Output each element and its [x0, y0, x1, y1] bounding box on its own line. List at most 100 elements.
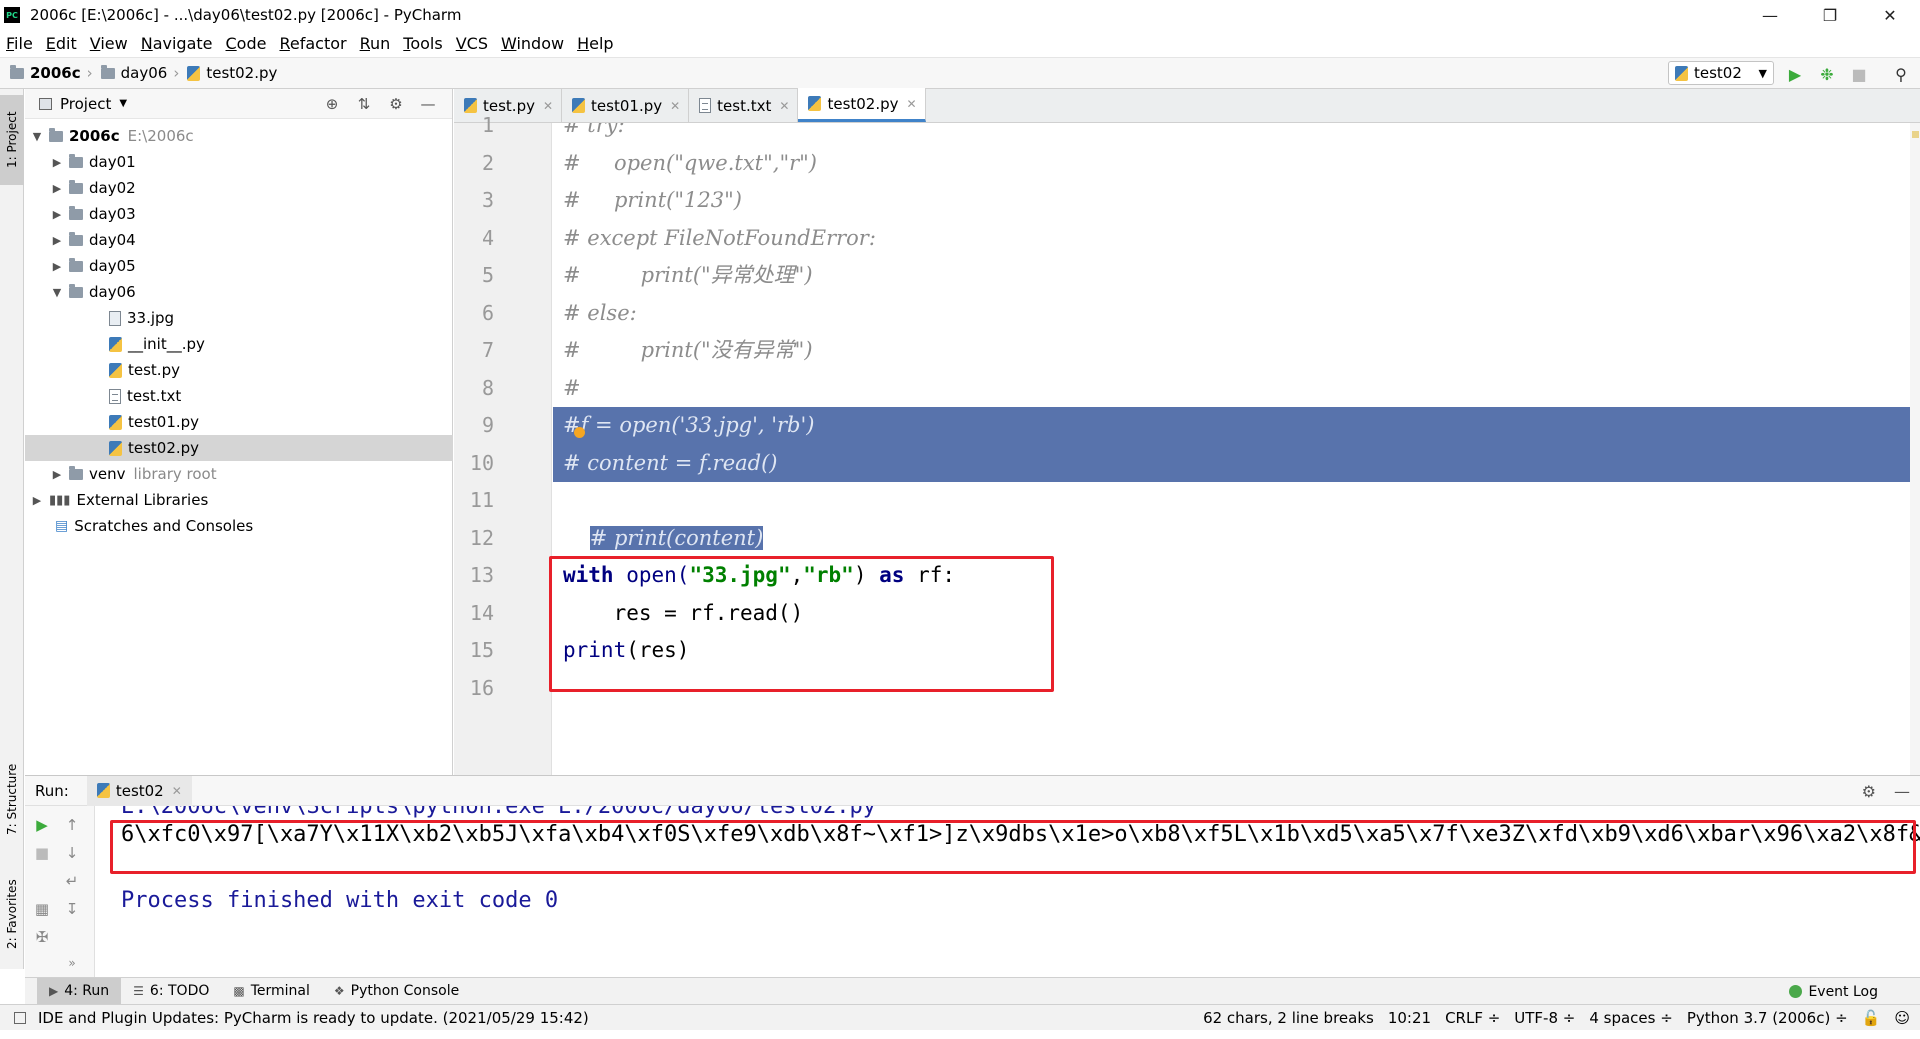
- search-icon[interactable]: ⚲: [1890, 63, 1912, 85]
- line-number: 15: [469, 638, 494, 662]
- close-icon[interactable]: ✕: [543, 99, 553, 113]
- more-icon[interactable]: »: [61, 952, 83, 974]
- line-number: 6: [481, 300, 494, 325]
- run-icon[interactable]: ▶: [1784, 63, 1806, 85]
- lock-icon[interactable]: 🔓: [1862, 1009, 1881, 1027]
- menu-help[interactable]: Help: [577, 34, 613, 53]
- scroll-to-end-icon[interactable]: ↧: [61, 898, 83, 920]
- breadcrumb-file[interactable]: test02.py: [187, 64, 277, 82]
- restore-icon[interactable]: ❐: [1800, 0, 1860, 30]
- tree-external-libraries[interactable]: ▶ ▮▮▮ External Libraries: [25, 487, 453, 513]
- up-arrow-icon[interactable]: ↑: [61, 814, 83, 836]
- tab-test-txt[interactable]: test.txt ✕: [689, 89, 799, 122]
- tab-test02-py[interactable]: test02.py ✕: [798, 88, 926, 122]
- toggle-panels-icon[interactable]: [14, 1011, 26, 1024]
- status-message[interactable]: IDE and Plugin Updates: PyCharm is ready…: [14, 1009, 589, 1027]
- interpreter-selector[interactable]: Python 3.7 (2006c) ÷: [1687, 1009, 1848, 1027]
- menu-file[interactable]: File: [6, 34, 33, 53]
- breadcrumb-label: 2006c: [30, 64, 81, 82]
- chevron-down-icon[interactable]: ▼: [119, 98, 127, 109]
- tree-root[interactable]: ▼ 2006c E:\2006c: [25, 123, 453, 149]
- chevron-right-icon: ▶: [52, 467, 62, 481]
- menu-run[interactable]: Run: [360, 34, 391, 53]
- tree-folder-day05[interactable]: ▶ day05: [25, 253, 453, 279]
- terminal-tool-button[interactable]: ▩ Terminal: [221, 978, 322, 1005]
- intention-bulb-icon[interactable]: [574, 427, 585, 438]
- menu-vcs[interactable]: VCS: [456, 34, 488, 53]
- python-file-icon: [1675, 65, 1688, 81]
- tool-button-label: Terminal: [250, 983, 310, 999]
- close-icon[interactable]: ✕: [1860, 0, 1920, 30]
- pin-icon[interactable]: ✠: [31, 926, 53, 948]
- structure-tool-tab[interactable]: 7: Structure: [0, 749, 24, 849]
- inspector-icon[interactable]: ☺: [1894, 1009, 1910, 1027]
- menu-edit[interactable]: Edit: [46, 34, 77, 53]
- minimize-icon[interactable]: —: [1740, 0, 1800, 30]
- layout-icon[interactable]: ▦: [31, 898, 53, 920]
- folder-icon: [69, 283, 83, 298]
- tree-file-test[interactable]: test.py: [25, 357, 453, 383]
- run-tool-button[interactable]: ▶ 4: Run: [37, 977, 122, 1005]
- line-number: 5: [481, 263, 494, 287]
- line-separator-selector[interactable]: CRLF ÷: [1445, 1009, 1500, 1027]
- status-widgets: 62 chars, 2 line breaks 10:21 CRLF ÷ UTF…: [1189, 1005, 1910, 1031]
- locate-icon[interactable]: ⊕: [316, 95, 348, 113]
- close-icon[interactable]: ✕: [779, 99, 789, 113]
- soft-wrap-icon[interactable]: ↵: [61, 870, 83, 892]
- caret-position[interactable]: 10:21: [1388, 1009, 1431, 1027]
- tab-label: test01.py: [591, 96, 663, 115]
- tree-folder-day01[interactable]: ▶ day01: [25, 149, 453, 175]
- stop-icon[interactable]: ■: [1848, 63, 1870, 85]
- encoding-selector[interactable]: UTF-8 ÷: [1514, 1009, 1575, 1027]
- python-console-tool-button[interactable]: ❖ Python Console: [322, 978, 471, 1005]
- menu-window[interactable]: Window: [501, 34, 564, 53]
- indent-selector[interactable]: 4 spaces ÷: [1589, 1009, 1672, 1027]
- hide-icon[interactable]: —: [412, 95, 444, 113]
- menu-tools[interactable]: Tools: [403, 34, 442, 53]
- run-config-dropdown[interactable]: test02 ▼: [1668, 61, 1774, 85]
- hide-icon[interactable]: —: [1894, 782, 1910, 801]
- collapse-icon[interactable]: ⇅: [348, 95, 380, 113]
- tree-folder-venv[interactable]: ▶ venv library root: [25, 461, 453, 487]
- tree-folder-day04[interactable]: ▶ day04: [25, 227, 453, 253]
- tree-folder-day02[interactable]: ▶ day02: [25, 175, 453, 201]
- gear-icon[interactable]: ⚙: [380, 95, 412, 113]
- project-tool-tab[interactable]: 1: Project: [0, 95, 24, 185]
- tree-file-testtxt[interactable]: test.txt: [25, 383, 453, 409]
- editor-scrollbar[interactable]: [1910, 123, 1920, 775]
- menu-refactor[interactable]: Refactor: [279, 34, 346, 53]
- breadcrumb-folder[interactable]: day06 ›: [100, 64, 179, 82]
- tree-file-test02[interactable]: test02.py: [25, 435, 453, 461]
- close-icon[interactable]: ✕: [670, 99, 680, 113]
- run-tab-test02[interactable]: test02 ✕: [86, 775, 192, 806]
- rerun-icon[interactable]: ▶: [31, 814, 53, 836]
- breadcrumb-project[interactable]: 2006c ›: [10, 64, 93, 82]
- menu-navigate[interactable]: Navigate: [141, 34, 213, 53]
- down-arrow-icon[interactable]: ↓: [61, 842, 83, 864]
- favorites-tool-tab[interactable]: 2: Favorites: [0, 864, 24, 964]
- chevron-right-icon: ▶: [52, 155, 62, 169]
- gear-icon[interactable]: ⚙: [1862, 782, 1876, 801]
- close-icon[interactable]: ✕: [172, 784, 182, 798]
- tab-test01-py[interactable]: test01.py ✕: [562, 89, 690, 122]
- event-log-button[interactable]: Event Log: [1789, 978, 1878, 1005]
- todo-tool-button[interactable]: ☰ 6: TODO: [121, 978, 221, 1005]
- project-panel-header: Project ▼ ⊕ ⇅ ⚙ —: [25, 89, 452, 119]
- stop-icon[interactable]: ■: [31, 842, 53, 864]
- tree-folder-day06[interactable]: ▼ day06: [25, 279, 453, 305]
- editor-gutter: 1 2 3 4 5 6 7 8 9 10 11 12 13 14 15 16: [454, 113, 552, 775]
- chevron-right-icon: ▶: [52, 207, 62, 221]
- tree-folder-day03[interactable]: ▶ day03: [25, 201, 453, 227]
- tree-file-init[interactable]: __init__.py: [25, 331, 453, 357]
- debug-icon[interactable]: ❉: [1816, 63, 1838, 85]
- menu-view[interactable]: View: [90, 34, 128, 53]
- project-panel-title[interactable]: Project: [60, 95, 111, 113]
- project-panel: Project ▼ ⊕ ⇅ ⚙ — ▼ 2006c E:\2006c ▶ day…: [25, 89, 453, 775]
- tree-file-test01[interactable]: test01.py: [25, 409, 453, 435]
- tree-file-33jpg[interactable]: 33.jpg: [25, 305, 453, 331]
- close-icon[interactable]: ✕: [907, 97, 917, 111]
- menu-code[interactable]: Code: [226, 34, 267, 53]
- tree-scratches[interactable]: ▤ Scratches and Consoles: [25, 513, 453, 539]
- tree-label: External Libraries: [76, 491, 209, 509]
- code-line: # print("没有异常"): [563, 338, 813, 362]
